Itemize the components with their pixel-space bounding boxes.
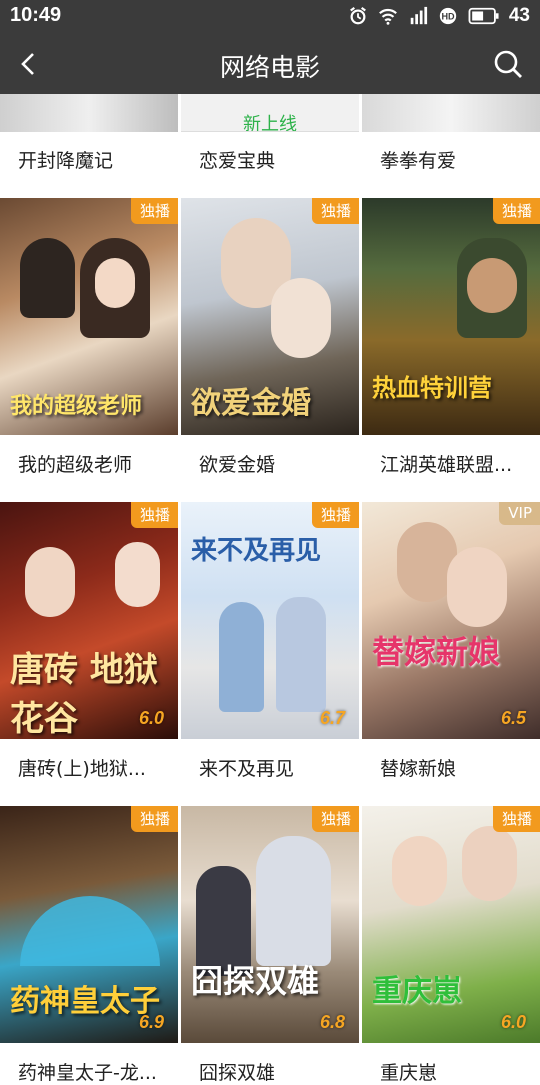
exclusive-badge: 独播 <box>130 502 178 528</box>
exclusive-badge: 独播 <box>492 198 540 224</box>
movie-title: 我的超级老师 <box>18 454 133 476</box>
movie-title: 欲爱金婚 <box>199 454 276 476</box>
rating-score: 6.8 <box>319 1012 345 1032</box>
movie-title[interactable]: 恋爱宝典 <box>199 146 275 173</box>
wifi-icon <box>378 8 397 25</box>
movie-title: 替嫁新娘 <box>380 758 457 780</box>
poster-strip[interactable]: 新上线 <box>181 94 359 132</box>
face <box>115 542 160 607</box>
hd-icon: HD <box>439 7 457 25</box>
movie-card[interactable]: 替嫁新娘 VIP 6.5 替嫁新娘 <box>362 502 540 780</box>
top-row: 新上线 开封降魔记 恋爱宝典 拳拳有爱 <box>0 94 540 194</box>
movie-card[interactable]: 来不及再见 独播 6.7 来不及再见 <box>181 502 359 780</box>
movie-card[interactable]: 唐砖 地狱花谷 独播 6.0 唐砖(上)地狱... <box>0 502 178 780</box>
face <box>462 826 517 901</box>
face <box>271 278 331 358</box>
poster-title: 热血特训营 <box>372 374 492 402</box>
movie-card[interactable]: 囧探双雄 独播 6.8 囧探双雄 <box>181 806 359 1084</box>
movie-title: 唐砖(上)地狱... <box>18 758 146 780</box>
battery-percent: 43 <box>508 5 530 26</box>
poster: 热血特训营 独播 <box>362 198 540 435</box>
poster-title: 来不及再见 <box>191 536 322 566</box>
person-silhouette <box>219 602 264 712</box>
alarm-icon <box>349 6 366 25</box>
movie-card[interactable]: 重庆崽 独播 6.0 重庆崽 <box>362 806 540 1084</box>
poster: 我的超级老师 独播 <box>0 198 178 435</box>
person-silhouette <box>276 597 326 712</box>
exclusive-badge: 独播 <box>130 198 178 224</box>
poster: 来不及再见 独播 6.7 <box>181 502 359 739</box>
fan-shape <box>20 896 160 966</box>
poster-strip[interactable] <box>362 94 540 132</box>
status-bar: 10:49 HD 43 <box>0 0 540 34</box>
face <box>25 547 75 617</box>
rating-score: 6.7 <box>319 708 345 728</box>
rating-score: 6.0 <box>138 708 164 728</box>
poster: 囧探双雄 独播 6.8 <box>181 806 359 1043</box>
movie-title: 江湖英雄联盟... <box>380 454 513 476</box>
exclusive-badge: 独播 <box>311 502 359 528</box>
movie-card[interactable]: 药神皇太子 独播 6.9 药神皇太子-龙... <box>0 806 178 1084</box>
poster-title: 欲爱金婚 <box>191 386 311 421</box>
movie-title[interactable]: 开封降魔记 <box>18 146 113 173</box>
poster: 欲爱金婚 独播 <box>181 198 359 435</box>
movie-title: 来不及再见 <box>199 758 295 780</box>
new-release-label: 新上线 <box>243 114 297 132</box>
svg-text:HD: HD <box>441 12 455 22</box>
poster: 药神皇太子 独播 6.9 <box>0 806 178 1043</box>
movie-title: 囧探双雄 <box>199 1062 276 1084</box>
poster: 替嫁新娘 VIP 6.5 <box>362 502 540 739</box>
movie-title[interactable]: 拳拳有爱 <box>380 146 456 173</box>
rating-score: 6.5 <box>500 708 526 728</box>
movie-title: 药神皇太子-龙... <box>18 1062 157 1084</box>
battery-icon <box>468 7 499 25</box>
search-icon[interactable] <box>492 48 524 80</box>
poster-strip[interactable] <box>0 94 178 132</box>
poster-title: 我的超级老师 <box>10 394 143 419</box>
face <box>467 258 517 313</box>
exclusive-badge: 独播 <box>492 806 540 832</box>
movie-card[interactable]: 热血特训营 独播 江湖英雄联盟... <box>362 198 540 476</box>
rating-score: 6.9 <box>138 1012 164 1032</box>
status-icons: HD 43 <box>347 5 530 27</box>
movie-card[interactable]: 我的超级老师 独播 我的超级老师 <box>0 198 178 476</box>
person-silhouette <box>256 836 331 966</box>
exclusive-badge: 独播 <box>311 806 359 832</box>
status-time: 10:49 <box>10 4 62 26</box>
movie-card[interactable]: 欲爱金婚 独播 欲爱金婚 <box>181 198 359 476</box>
poster-title: 药神皇太子 <box>10 984 160 1019</box>
poster: 唐砖 地狱花谷 独播 6.0 <box>0 502 178 739</box>
poster-title: 重庆崽 <box>372 974 462 1009</box>
poster-title: 囧探双雄 <box>191 962 320 1000</box>
person-silhouette <box>20 238 75 318</box>
poster: 重庆崽 独播 6.0 <box>362 806 540 1043</box>
exclusive-badge: 独播 <box>130 806 178 832</box>
face <box>392 836 447 906</box>
page-title: 网络电影 <box>219 53 320 82</box>
poster-title: 替嫁新娘 <box>372 633 501 671</box>
face <box>95 258 135 308</box>
app-bar: 网络电影 <box>0 34 540 94</box>
vip-badge: VIP <box>499 502 540 525</box>
rating-score: 6.0 <box>500 1012 526 1032</box>
movie-title: 重庆崽 <box>380 1062 438 1084</box>
face <box>447 547 507 627</box>
exclusive-badge: 独播 <box>311 198 359 224</box>
signal-4g-icon <box>410 6 427 25</box>
